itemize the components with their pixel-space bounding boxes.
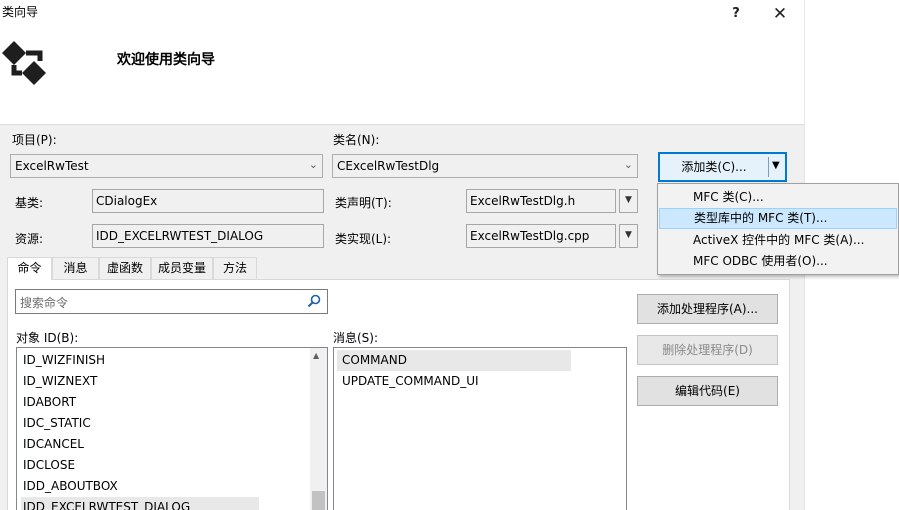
implementation-value: ExcelRwTestDlg.cpp bbox=[470, 229, 590, 243]
list-item[interactable]: IDCLOSE bbox=[23, 455, 75, 476]
list-item[interactable]: ID_WIZNEXT bbox=[23, 371, 97, 392]
welcome-heading: 欢迎使用类向导 bbox=[117, 52, 215, 68]
search-placeholder: 搜索命令 bbox=[20, 296, 69, 310]
tab-messages[interactable]: 消息 bbox=[52, 257, 99, 279]
implementation-field: ExcelRwTestDlg.cpp bbox=[466, 224, 616, 248]
list-item[interactable]: IDCANCEL bbox=[23, 434, 84, 455]
messages-list[interactable]: COMMAND UPDATE_COMMAND_UI bbox=[333, 347, 627, 510]
dropdown-arrow-icon[interactable]: ▼ bbox=[772, 160, 780, 171]
implementation-dropdown-button[interactable]: ▼ bbox=[619, 224, 638, 248]
menu-item-mfc-class-from-typelib[interactable]: 类型库中的 MFC 类(T)... bbox=[659, 208, 897, 229]
list-item[interactable]: IDC_STATIC bbox=[23, 413, 91, 434]
declaration-value: ExcelRwTestDlg.h bbox=[470, 194, 576, 208]
menu-item-mfc-odbc-consumer[interactable]: MFC ODBC 使用者(O)... bbox=[659, 251, 897, 272]
tab-commands[interactable]: 命令 bbox=[7, 257, 52, 280]
object-ids-scrollbar[interactable]: ▲ bbox=[310, 348, 327, 510]
edit-code-button[interactable]: 编辑代码(E) bbox=[637, 376, 778, 406]
scroll-up-icon[interactable]: ▲ bbox=[313, 351, 319, 360]
class-wizard-icon bbox=[2, 41, 46, 85]
chevron-down-icon: ⌄ bbox=[623, 158, 633, 171]
base-value: CDialogEx bbox=[96, 194, 158, 208]
add-class-label[interactable]: 添加类(C)... bbox=[660, 154, 768, 180]
tab-methods[interactable]: 方法 bbox=[213, 257, 257, 279]
messages-label: 消息(S): bbox=[333, 331, 379, 345]
classname-label: 类名(N): bbox=[333, 133, 380, 147]
add-class-menu: MFC 类(C)... 类型库中的 MFC 类(T)... ActiveX 控件… bbox=[657, 183, 899, 275]
base-field: CDialogEx bbox=[92, 189, 324, 213]
split-separator bbox=[768, 157, 769, 177]
base-label: 基类: bbox=[15, 196, 44, 210]
project-combo[interactable]: ExcelRwTest ⌄ bbox=[10, 154, 323, 178]
close-button[interactable]: ✕ bbox=[765, 0, 795, 28]
project-label: 项目(P): bbox=[12, 133, 57, 147]
list-item-selected[interactable]: COMMAND bbox=[337, 350, 571, 371]
resource-label: 资源: bbox=[15, 232, 44, 246]
declaration-field: ExcelRwTestDlg.h bbox=[466, 189, 616, 213]
tab-member-variables[interactable]: 成员变量 bbox=[151, 257, 213, 279]
list-item[interactable]: ID_WIZFINISH bbox=[23, 350, 105, 371]
delete-handler-button[interactable]: 删除处理程序(D) bbox=[637, 335, 778, 365]
search-commands-input[interactable]: 搜索命令 bbox=[15, 289, 328, 314]
window-title: 类向导 bbox=[2, 5, 39, 19]
classname-value: CExcelRwTestDlg bbox=[337, 159, 440, 173]
search-icon[interactable] bbox=[306, 293, 322, 309]
wizard-banner bbox=[0, 28, 804, 124]
tab-virtual-functions[interactable]: 虚函数 bbox=[99, 257, 151, 279]
list-item-selected[interactable]: IDD_EXCELRWTEST_DIALOG bbox=[21, 497, 259, 510]
add-handler-button[interactable]: 添加处理程序(A)... bbox=[637, 294, 778, 324]
object-ids-label: 对象 ID(B): bbox=[16, 331, 79, 345]
declaration-dropdown-button[interactable]: ▼ bbox=[619, 189, 638, 213]
menu-item-mfc-class[interactable]: MFC 类(C)... bbox=[659, 187, 897, 208]
scrollbar-thumb[interactable] bbox=[312, 491, 325, 510]
list-item[interactable]: IDABORT bbox=[23, 392, 76, 413]
declaration-label: 类声明(T): bbox=[335, 196, 392, 210]
help-button[interactable]: ? bbox=[721, 0, 751, 28]
classname-combo[interactable]: CExcelRwTestDlg ⌄ bbox=[332, 154, 638, 178]
menu-item-mfc-class-from-activex[interactable]: ActiveX 控件中的 MFC 类(A)... bbox=[659, 230, 897, 251]
resource-value: IDD_EXCELRWTEST_DIALOG bbox=[96, 229, 264, 243]
list-item[interactable]: IDD_ABOUTBOX bbox=[23, 476, 118, 497]
object-ids-list[interactable]: ID_WIZFINISH ID_WIZNEXT IDABORT IDC_STAT… bbox=[16, 347, 328, 510]
project-value: ExcelRwTest bbox=[15, 159, 89, 173]
resource-field: IDD_EXCELRWTEST_DIALOG bbox=[92, 224, 324, 248]
add-class-button[interactable]: 添加类(C)... ▼ bbox=[658, 152, 787, 182]
chevron-down-icon: ⌄ bbox=[308, 158, 318, 171]
implementation-label: 类实现(L): bbox=[335, 232, 392, 246]
list-item[interactable]: UPDATE_COMMAND_UI bbox=[342, 371, 479, 392]
